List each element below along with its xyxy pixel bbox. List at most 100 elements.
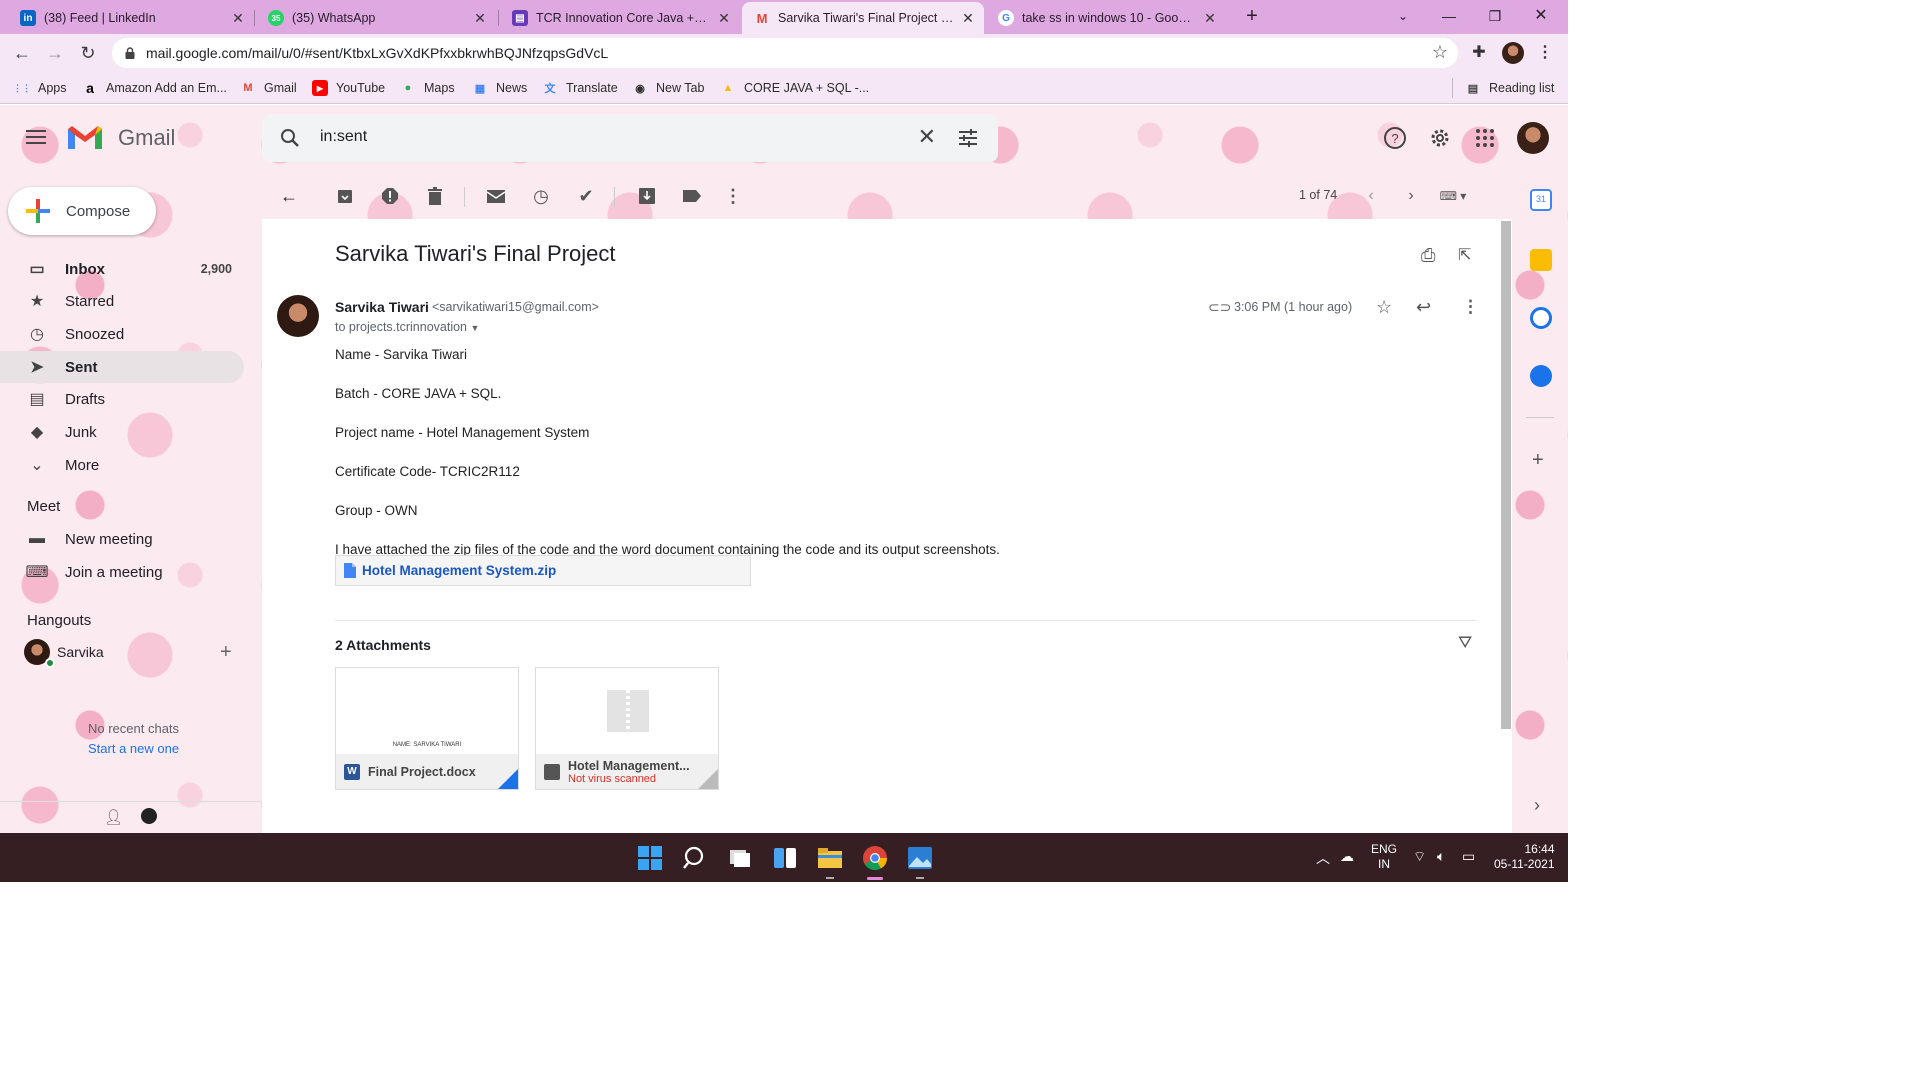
chrome-menu-icon[interactable]: ⋮ bbox=[1534, 42, 1556, 64]
reading-list-button[interactable]: ▤ Reading list bbox=[1452, 78, 1554, 98]
sender-avatar[interactable] bbox=[277, 295, 319, 337]
reply-icon[interactable]: ↩ bbox=[1416, 297, 1431, 318]
close-tab-icon[interactable]: ✕ bbox=[472, 10, 488, 27]
open-new-window-icon[interactable]: ⇱ bbox=[1458, 245, 1471, 265]
onedrive-icon[interactable]: ☁ bbox=[1340, 848, 1354, 865]
archive-icon[interactable] bbox=[334, 185, 356, 207]
mark-unread-icon[interactable] bbox=[485, 185, 507, 207]
bookmark-star-icon[interactable]: ☆ bbox=[1432, 42, 1448, 63]
wifi-icon[interactable]: ⌔ bbox=[1413, 848, 1426, 866]
report-spam-icon[interactable] bbox=[379, 185, 401, 207]
lock-icon[interactable] bbox=[124, 47, 136, 59]
bookmark-amazon[interactable]: a Amazon Add an Em... bbox=[82, 78, 227, 98]
forward-button[interactable]: → bbox=[43, 41, 67, 65]
star-icon[interactable]: ☆ bbox=[1376, 297, 1392, 318]
search-icon[interactable] bbox=[682, 845, 708, 871]
search-options-icon[interactable] bbox=[956, 126, 980, 150]
show-side-panel-icon[interactable]: › bbox=[1534, 795, 1540, 816]
bookmark-gmail[interactable]: M Gmail bbox=[240, 78, 296, 98]
tab-linkedin[interactable]: in (38) Feed | LinkedIn ✕ bbox=[8, 2, 254, 34]
sidebar-item-more[interactable]: ⌄ More bbox=[0, 449, 244, 481]
bookmark-translate[interactable]: 文 Translate bbox=[542, 78, 618, 98]
newer-message-icon[interactable]: ‹ bbox=[1360, 185, 1382, 207]
calendar-icon[interactable]: 31 bbox=[1530, 189, 1552, 211]
sender-name[interactable]: Sarvika Tiwari bbox=[335, 299, 429, 315]
extensions-icon[interactable]: ✚ bbox=[1468, 42, 1490, 64]
search-bar[interactable]: in:sent ✕ bbox=[262, 114, 998, 162]
gmail-wordmark[interactable]: Gmail bbox=[118, 125, 175, 151]
bookmark-core-java[interactable]: ▲ CORE JAVA + SQL -... bbox=[720, 78, 870, 98]
profile-avatar[interactable] bbox=[1502, 42, 1524, 64]
sidebar-item-inbox[interactable]: ▭ Inbox 2,900 bbox=[0, 253, 244, 285]
photos-icon[interactable] bbox=[907, 845, 933, 871]
tasks-icon[interactable] bbox=[1530, 307, 1552, 329]
close-window-button[interactable]: ✕ bbox=[1518, 0, 1564, 34]
sidebar-item-starred[interactable]: ★ Starred bbox=[0, 285, 244, 317]
add-chat-icon[interactable]: + bbox=[220, 641, 232, 664]
add-to-tasks-icon[interactable]: ✔ bbox=[575, 185, 597, 207]
start-new-chat-link[interactable]: Start a new one bbox=[88, 741, 179, 756]
clear-search-icon[interactable]: ✕ bbox=[918, 124, 936, 150]
print-icon[interactable]: ⎙ bbox=[1421, 245, 1435, 266]
show-details-icon[interactable]: ▼ bbox=[471, 323, 480, 333]
search-icon[interactable] bbox=[278, 126, 302, 150]
more-options-icon[interactable]: ⋮ bbox=[1462, 297, 1479, 317]
minimize-button[interactable]: — bbox=[1426, 0, 1472, 34]
help-icon[interactable]: ? bbox=[1382, 125, 1408, 151]
reload-button[interactable]: ↻ bbox=[76, 41, 100, 65]
back-button[interactable]: ← bbox=[10, 41, 34, 65]
close-tab-icon[interactable]: ✕ bbox=[230, 10, 246, 27]
sidebar-item-drafts[interactable]: ▤ Drafts bbox=[0, 383, 244, 415]
more-actions-icon[interactable]: ⋮ bbox=[722, 185, 744, 207]
scrollbar-thumb[interactable] bbox=[1501, 221, 1511, 729]
address-bar[interactable]: mail.google.com/mail/u/0/#sent/KtbxLxGvX… bbox=[112, 38, 1458, 68]
tab-google-search[interactable]: G take ss in windows 10 - Google S ✕ bbox=[986, 2, 1226, 34]
label-as-icon[interactable] bbox=[681, 185, 703, 207]
close-tab-icon[interactable]: ✕ bbox=[960, 10, 976, 27]
close-tab-icon[interactable]: ✕ bbox=[1202, 10, 1218, 27]
save-to-drive-icon[interactable]: ⛛ bbox=[1458, 633, 1472, 653]
message-scrollbar[interactable] bbox=[1498, 219, 1512, 833]
new-meeting-button[interactable]: ▬ New meeting bbox=[0, 523, 244, 555]
main-menu-icon[interactable] bbox=[24, 126, 48, 150]
older-message-icon[interactable]: › bbox=[1400, 185, 1422, 207]
bookmark-apps[interactable]: ⋮⋮ Apps bbox=[13, 78, 67, 98]
search-input[interactable]: in:sent bbox=[320, 128, 367, 146]
get-addons-icon[interactable]: + bbox=[1532, 449, 1544, 472]
keep-icon[interactable] bbox=[1530, 249, 1552, 271]
volume-icon[interactable]: 🔈︎ bbox=[1437, 848, 1445, 865]
person-icon[interactable]: 👤︎ bbox=[104, 808, 123, 826]
tab-tcr-innovation[interactable]: ▤ TCR Innovation Core Java + SQL ✕ bbox=[500, 2, 740, 34]
drive-attachment-link[interactable]: Hotel Management System.zip bbox=[335, 555, 751, 586]
contacts-icon[interactable] bbox=[1530, 365, 1552, 387]
restore-button[interactable]: ❐ bbox=[1472, 0, 1518, 34]
system-clock[interactable]: 16:44 05-11-2021 bbox=[1494, 842, 1555, 872]
show-hidden-icons[interactable]: ︿ bbox=[1316, 848, 1330, 868]
move-to-icon[interactable] bbox=[636, 185, 658, 207]
settings-gear-icon[interactable] bbox=[1427, 125, 1453, 151]
compose-button[interactable]: Compose bbox=[8, 187, 156, 235]
tab-search-icon[interactable]: ⌄ bbox=[1380, 0, 1426, 34]
sidebar-item-junk[interactable]: ◆ Junk bbox=[0, 416, 244, 448]
attachment-card-docx[interactable]: NAME: SARVIKA TIWARI W Final Project.doc… bbox=[335, 667, 519, 790]
tab-whatsapp[interactable]: 35 (35) WhatsApp ✕ bbox=[256, 2, 496, 34]
bookmark-youtube[interactable]: ▶ YouTube bbox=[312, 78, 385, 98]
google-apps-icon[interactable] bbox=[1472, 125, 1498, 151]
snooze-icon[interactable]: ◷ bbox=[530, 185, 552, 207]
back-to-list-icon[interactable]: ← bbox=[278, 185, 300, 207]
tab-gmail-active[interactable]: M Sarvika Tiwari's Final Project - sar ✕ bbox=[742, 2, 984, 34]
join-meeting-button[interactable]: ⌨ Join a meeting bbox=[0, 556, 244, 588]
bookmark-news[interactable]: ▦ News bbox=[472, 78, 527, 98]
delete-icon[interactable] bbox=[424, 185, 446, 207]
recipient-line[interactable]: to projects.tcrinnovation ▼ bbox=[335, 320, 479, 334]
windows-start-icon[interactable] bbox=[637, 845, 663, 871]
file-explorer-icon[interactable] bbox=[817, 845, 843, 871]
hangouts-user-name[interactable]: Sarvika bbox=[57, 644, 104, 660]
task-view-icon[interactable] bbox=[727, 845, 753, 871]
sidebar-item-sent[interactable]: ➤ Sent bbox=[0, 351, 244, 383]
gmail-logo-icon[interactable] bbox=[66, 123, 104, 151]
bookmark-new-tab[interactable]: ◉ New Tab bbox=[632, 78, 704, 98]
widgets-icon[interactable] bbox=[772, 845, 798, 871]
new-tab-button[interactable]: + bbox=[1240, 4, 1264, 28]
battery-icon[interactable]: ▭ bbox=[1462, 848, 1475, 865]
